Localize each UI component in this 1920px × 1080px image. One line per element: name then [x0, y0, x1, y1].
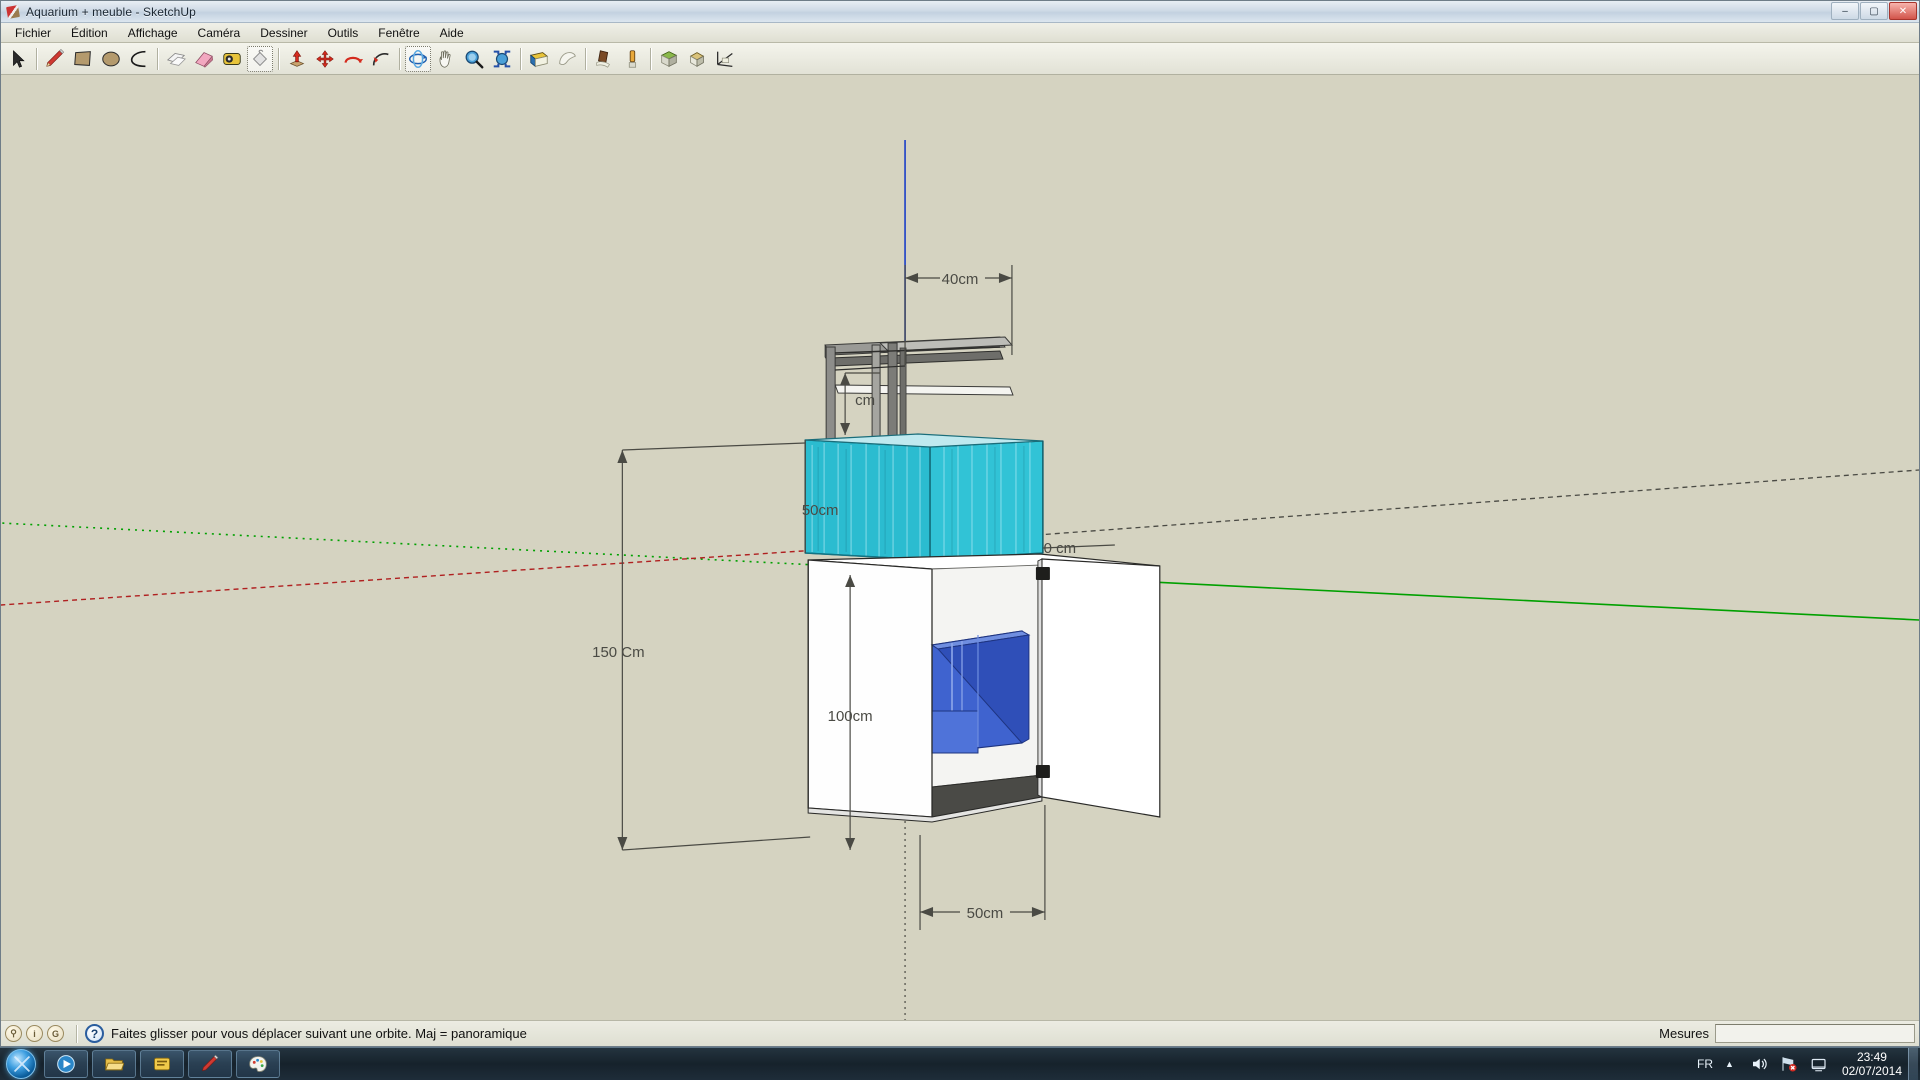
rectangle-icon[interactable] [70, 46, 96, 72]
credits-icon[interactable]: G [47, 1025, 64, 1042]
toolbar-separator [520, 47, 521, 70]
dim-width-top-label: 40cm [942, 271, 979, 288]
menu-aide[interactable]: Aide [430, 24, 474, 42]
light-fixture-group [824, 336, 1014, 441]
measure-label: Mesures [1659, 1026, 1709, 1041]
dimension-icon[interactable] [619, 46, 645, 72]
door-edge [1037, 558, 1043, 798]
model-viewport[interactable]: 40cm 50cm 0 cm 150 Cm 100cm 50cm cm [1, 75, 1919, 1020]
tray-language[interactable]: FR [1697, 1057, 1713, 1071]
hinge-top [1035, 567, 1050, 580]
clock[interactable]: 23:49 02/07/2014 [1842, 1050, 1902, 1078]
tape-measure-icon[interactable] [219, 46, 245, 72]
orbit-icon[interactable] [405, 45, 431, 72]
axis-red-far [1009, 469, 1919, 538]
minimize-button[interactable]: – [1831, 2, 1859, 20]
pan-hand-icon[interactable] [433, 46, 459, 72]
cabinet-group [807, 553, 1161, 823]
window-controls: – ▢ ✕ [1831, 2, 1917, 20]
sketchup-app-icon [5, 4, 21, 20]
push-pull-icon[interactable] [284, 46, 310, 72]
cabinet-left-panel [807, 559, 933, 818]
arc-icon[interactable] [126, 46, 152, 72]
aquarium-meuble-3d-model: 40cm 50cm 0 cm 150 Cm 100cm 50cm cm [1, 140, 1919, 1020]
clock-time: 23:49 [1856, 1050, 1887, 1064]
menu-outils[interactable]: Outils [318, 24, 369, 42]
dim-cabinet-height-label: 100cm [828, 708, 873, 725]
hinge-bottom [1035, 765, 1050, 778]
select-arrow-icon[interactable] [5, 46, 31, 72]
main-toolbar [1, 43, 1919, 75]
dim-total-height-label: 150 Cm [592, 644, 644, 661]
person-icon[interactable]: i [26, 1025, 43, 1042]
menu-camera[interactable]: Caméra [188, 24, 251, 42]
show-desktop-button[interactable] [1908, 1047, 1918, 1080]
close-button[interactable]: ✕ [1889, 2, 1917, 20]
sketchup-window: Aquarium + meuble - SketchUp – ▢ ✕ Fichi… [0, 0, 1920, 1047]
toolbar-separator [650, 47, 651, 70]
axes-icon[interactable] [712, 46, 738, 72]
geo-location-icon[interactable]: ⚲ [5, 1025, 22, 1042]
status-message: Faites glisser pour vous déplacer suivan… [111, 1026, 527, 1041]
system-tray: FR ▲ 23:49 02/07/2014 [1697, 1047, 1920, 1080]
taskbar-explorer[interactable] [92, 1050, 136, 1078]
menu-dessiner[interactable]: Dessiner [250, 24, 317, 42]
follow-me-icon[interactable] [368, 46, 394, 72]
network-error-icon[interactable] [1780, 1055, 1798, 1073]
dim150-ext-top [622, 442, 806, 451]
taskbar-app-yellow[interactable] [140, 1050, 184, 1078]
taskbar-sketchup[interactable] [188, 1050, 232, 1078]
toolbar-separator [36, 47, 37, 70]
toolbar-separator [399, 47, 400, 70]
clock-date: 02/07/2014 [1841, 1064, 1902, 1078]
dim-cabinet-width-label: 50cm [967, 905, 1004, 922]
taskbar-paint[interactable] [236, 1050, 280, 1078]
paint-bucket-icon[interactable] [247, 45, 273, 72]
scale-icon[interactable] [312, 46, 338, 72]
menu-fichier[interactable]: Fichier [5, 24, 61, 42]
volume-icon[interactable] [1750, 1055, 1768, 1073]
measurement-box: Mesures [1659, 1024, 1915, 1043]
status-bar: ⚲ i G ? Faites glisser pour vous déplace… [1, 1020, 1919, 1046]
menu-fenetre[interactable]: Fenêtre [368, 24, 429, 42]
pencil-line-icon[interactable] [42, 46, 68, 72]
component-icon[interactable] [656, 46, 682, 72]
shadow-icon[interactable] [554, 46, 580, 72]
circle-icon[interactable] [98, 46, 124, 72]
rotate-icon[interactable] [340, 46, 366, 72]
dim150-ext-bottom [622, 836, 811, 851]
taskbar-media-player[interactable] [44, 1050, 88, 1078]
measure-input[interactable] [1715, 1024, 1915, 1043]
menu-edition[interactable]: Édition [61, 24, 118, 42]
toolbar-separator [585, 47, 586, 70]
eraser-icon[interactable] [191, 46, 217, 72]
aquarium-tank-group [804, 433, 1044, 561]
status-separator [76, 1024, 77, 1043]
move-icon[interactable] [163, 46, 189, 72]
tray-chevron-icon[interactable]: ▲ [1725, 1059, 1734, 1069]
display-icon[interactable] [1810, 1055, 1828, 1073]
materials-icon[interactable] [591, 46, 617, 72]
dim-depth-right-label: 0 cm [1044, 540, 1076, 557]
maximize-button[interactable]: ▢ [1860, 2, 1888, 20]
section-plane-icon[interactable] [526, 46, 552, 72]
sump-tank-group [930, 630, 1031, 754]
cabinet-open-door [1041, 558, 1161, 818]
group-icon[interactable] [684, 46, 710, 72]
dim-tank-height-label: 50cm [802, 502, 839, 519]
dim-light-height-label: cm [855, 392, 875, 409]
menu-bar: Fichier Édition Affichage Caméra Dessine… [1, 23, 1919, 43]
zoom-extents-icon[interactable] [489, 46, 515, 72]
toolbar-separator [157, 47, 158, 70]
sump-compartment [931, 710, 979, 754]
title-bar: Aquarium + meuble - SketchUp – ▢ ✕ [1, 1, 1919, 23]
toolbar-separator [278, 47, 279, 70]
menu-affichage[interactable]: Affichage [118, 24, 188, 42]
windows-taskbar: FR ▲ 23:49 02/07/2014 [0, 1047, 1920, 1080]
help-icon[interactable]: ? [85, 1024, 104, 1043]
start-button[interactable] [6, 1049, 36, 1079]
zoom-magnifier-icon[interactable] [461, 46, 487, 72]
window-title: Aquarium + meuble - SketchUp [26, 4, 196, 19]
